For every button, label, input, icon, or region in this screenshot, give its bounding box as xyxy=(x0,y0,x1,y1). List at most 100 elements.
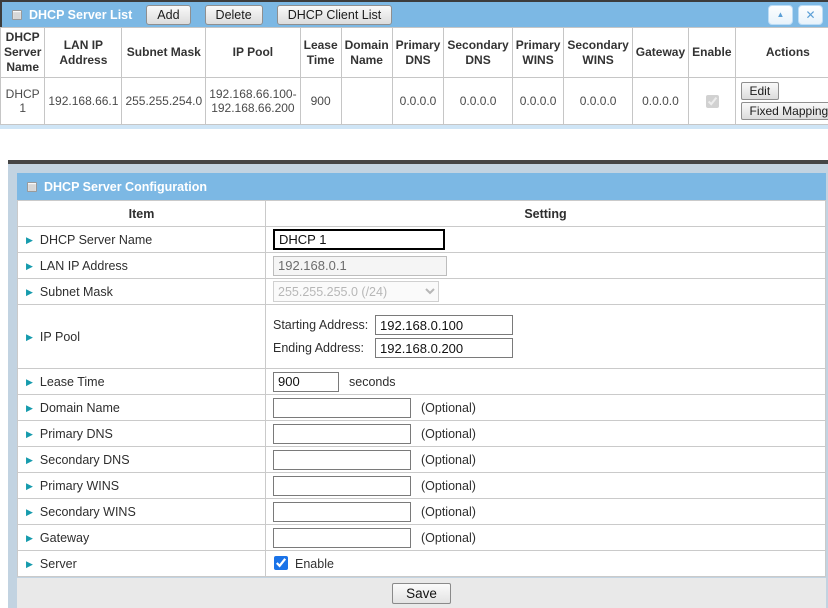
secondary-dns-input[interactable] xyxy=(273,450,411,470)
cell-primary-dns: 0.0.0.0 xyxy=(392,78,444,125)
lan-ip-address-input xyxy=(273,256,447,276)
secondary-wins-label: Secondary WINS xyxy=(40,505,136,519)
col-secondary-dns: Secondary DNS xyxy=(444,28,512,78)
row-primary-wins: ▶Primary WINS (Optional) xyxy=(18,473,826,499)
row-arrow-icon: ▶ xyxy=(26,507,33,517)
row-arrow-icon: ▶ xyxy=(26,533,33,543)
row-server: ▶ Server Enable xyxy=(18,551,826,577)
panel-gap xyxy=(0,129,828,160)
cell-actions: Edit Fixed Mapping xyxy=(735,78,828,125)
dhcp-server-configuration-table: Item Setting ▶ DHCP Server Name ▶ LAN IP A… xyxy=(17,200,826,577)
gateway-optional: (Optional) xyxy=(421,531,476,545)
table-row: DHCP 1 192.168.66.1 255.255.254.0 192.16… xyxy=(1,78,828,125)
primary-dns-input[interactable] xyxy=(273,424,411,444)
gateway-input[interactable] xyxy=(273,528,411,548)
row-arrow-icon: ▶ xyxy=(26,429,33,439)
col-ip-pool: IP Pool xyxy=(206,28,300,78)
ending-address-input[interactable] xyxy=(375,338,513,358)
col-primary-dns: Primary DNS xyxy=(392,28,444,78)
lan-ip-address-label: LAN IP Address xyxy=(40,259,128,273)
add-button[interactable]: Add xyxy=(146,5,190,25)
server-enable-label: Enable xyxy=(295,557,334,571)
collapse-arrow-icon: ▲ xyxy=(777,11,785,19)
row-domain-name: ▶ Domain Name (Optional) xyxy=(18,395,826,421)
setting-header: Setting xyxy=(266,201,826,227)
close-icon: ✕ xyxy=(805,9,815,21)
secondary-dns-optional: (Optional) xyxy=(421,453,476,467)
starting-address-input[interactable] xyxy=(375,315,513,335)
row-secondary-wins: ▶Secondary WINS (Optional) xyxy=(18,499,826,525)
col-secondary-wins: Secondary WINS xyxy=(564,28,632,78)
fixed-mapping-button[interactable]: Fixed Mapping xyxy=(741,102,828,120)
lease-time-suffix: seconds xyxy=(349,375,396,389)
row-arrow-icon: ▶ xyxy=(26,261,33,271)
row-gateway: ▶ Gateway (Optional) xyxy=(18,525,826,551)
col-dhcp-server-name: DHCP Server Name xyxy=(1,28,45,78)
row-arrow-icon: ▶ xyxy=(26,481,33,491)
row-arrow-icon: ▶ xyxy=(26,403,33,413)
row-arrow-icon: ▶ xyxy=(26,455,33,465)
save-button[interactable]: Save xyxy=(392,583,451,604)
item-header: Item xyxy=(18,201,266,227)
ip-pool-label: IP Pool xyxy=(40,330,80,344)
row-arrow-icon: ▶ xyxy=(26,287,33,297)
domain-name-label: Domain Name xyxy=(40,401,120,415)
dhcp-server-list-title: DHCP Server List xyxy=(29,8,132,22)
row-secondary-dns: ▶ Secondary DNS (Optional) xyxy=(18,447,826,473)
dhcp-server-name-label: DHCP Server Name xyxy=(40,233,152,247)
cell-gateway: 0.0.0.0 xyxy=(632,78,688,125)
dhcp-server-list-header: DHCP Server List Add Delete DHCP Client … xyxy=(0,0,828,27)
cell-lan-ip: 192.168.66.1 xyxy=(45,78,122,125)
cell-server-name: DHCP 1 xyxy=(1,78,45,125)
collapse-button[interactable]: ▲ xyxy=(768,5,793,25)
row-arrow-icon: ▶ xyxy=(26,332,33,342)
cell-secondary-dns: 0.0.0.0 xyxy=(444,78,512,125)
primary-wins-input[interactable] xyxy=(273,476,411,496)
subnet-mask-label: Subnet Mask xyxy=(40,285,113,299)
close-button[interactable]: ✕ xyxy=(798,5,823,25)
primary-dns-optional: (Optional) xyxy=(421,427,476,441)
cell-secondary-wins: 0.0.0.0 xyxy=(564,78,632,125)
table-header-row: DHCP Server Name LAN IP Address Subnet M… xyxy=(1,28,828,78)
config-footer: Save xyxy=(17,578,826,608)
cell-enable xyxy=(689,78,735,125)
cell-domain-name xyxy=(341,78,392,125)
col-subnet-mask: Subnet Mask xyxy=(122,28,206,78)
col-gateway: Gateway xyxy=(632,28,688,78)
server-label: Server xyxy=(40,557,77,571)
row-subnet-mask: ▶ Subnet Mask 255.255.255.0 (/24) xyxy=(18,279,826,305)
lease-time-input[interactable] xyxy=(273,372,339,392)
row-lease-time: ▶ Lease Time seconds xyxy=(18,369,826,395)
gateway-label: Gateway xyxy=(40,531,89,545)
dhcp-client-list-button[interactable]: DHCP Client List xyxy=(277,5,393,25)
secondary-dns-label: Secondary DNS xyxy=(40,453,130,467)
panel-square-icon xyxy=(12,10,22,20)
col-actions: Actions xyxy=(735,28,828,78)
server-enable-checkbox[interactable] xyxy=(274,556,288,570)
edit-button[interactable]: Edit xyxy=(741,82,780,100)
subnet-mask-select: 255.255.255.0 (/24) xyxy=(273,281,439,302)
domain-name-input[interactable] xyxy=(273,398,411,418)
dhcp-server-configuration-title: DHCP Server Configuration xyxy=(44,180,207,194)
panel-square-icon xyxy=(27,182,37,192)
secondary-wins-input[interactable] xyxy=(273,502,411,522)
row-arrow-icon: ▶ xyxy=(26,377,33,387)
dhcp-server-configuration-panel: DHCP Server Configuration Item Setting ▶… xyxy=(8,160,828,608)
dhcp-server-list-panel: DHCP Server List Add Delete DHCP Client … xyxy=(0,0,828,129)
cell-lease-time: 900 xyxy=(300,78,341,125)
row-arrow-icon: ▶ xyxy=(26,235,33,245)
row-primary-dns: ▶ Primary DNS (Optional) xyxy=(18,421,826,447)
lease-time-label: Lease Time xyxy=(40,375,105,389)
primary-dns-label: Primary DNS xyxy=(40,427,113,441)
col-primary-wins: Primary WINS xyxy=(512,28,564,78)
dhcp-server-name-input[interactable] xyxy=(273,229,445,250)
row-dhcp-server-name: ▶ DHCP Server Name xyxy=(18,227,826,253)
row-enable-checkbox xyxy=(706,95,719,108)
row-arrow-icon: ▶ xyxy=(26,559,33,569)
delete-button[interactable]: Delete xyxy=(205,5,263,25)
dhcp-server-configuration-header: DHCP Server Configuration xyxy=(17,173,826,200)
domain-name-optional: (Optional) xyxy=(421,401,476,415)
dhcp-server-list-table: DHCP Server Name LAN IP Address Subnet M… xyxy=(0,27,828,125)
col-domain-name: Domain Name xyxy=(341,28,392,78)
row-ip-pool: ▶IP Pool Starting Address: Ending Addres… xyxy=(18,305,826,369)
